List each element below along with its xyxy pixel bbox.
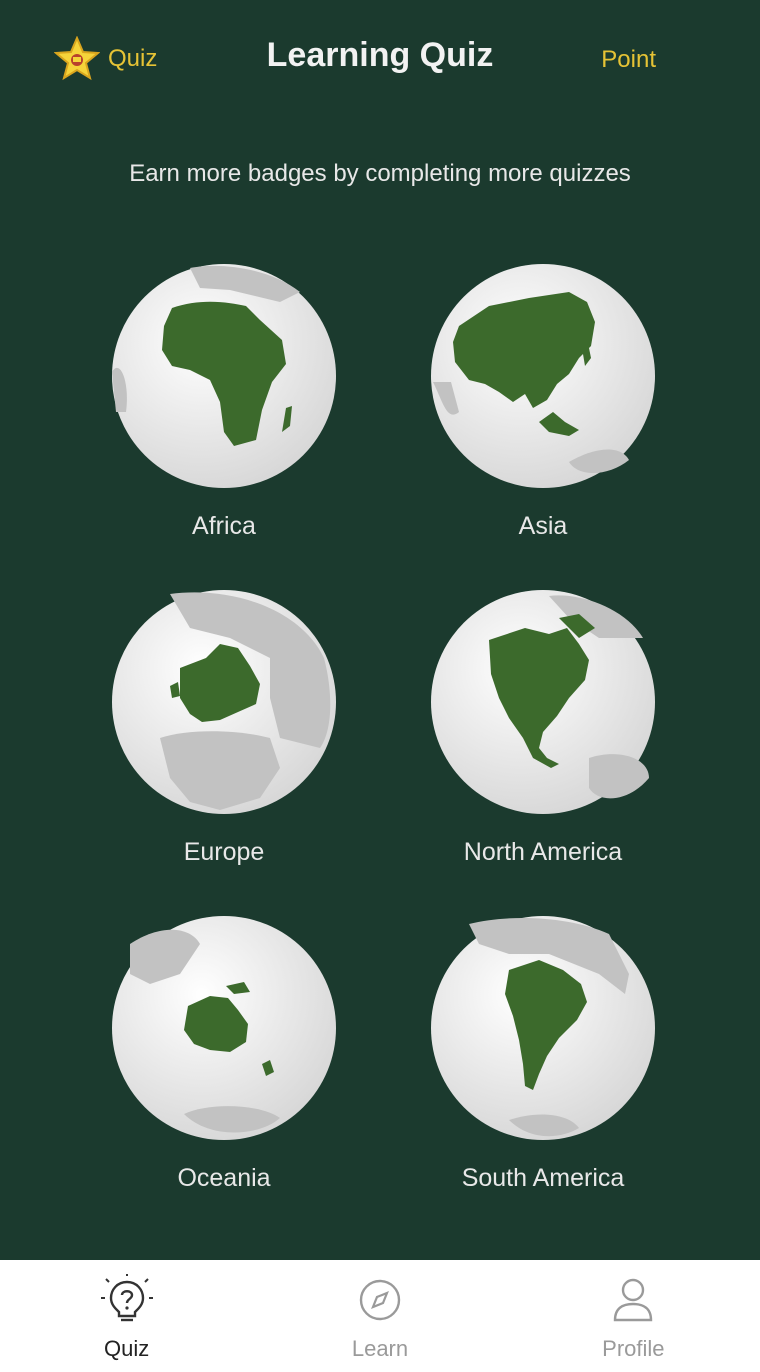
continent-card-north-america[interactable]: North America — [413, 588, 673, 867]
continent-card-oceania[interactable]: Oceania — [94, 914, 354, 1193]
nav-label: Profile — [602, 1336, 665, 1361]
user-icon — [614, 1278, 653, 1322]
app-header: Quiz Learning Quiz Point — [0, 0, 760, 120]
subtitle-text: Earn more badges by completing more quiz… — [129, 160, 631, 187]
nav-item-quiz[interactable]: Quiz — [0, 1260, 253, 1372]
globe-oceania-icon — [112, 916, 336, 1140]
lightbulb-question-icon — [100, 1274, 153, 1322]
nav-label: Quiz — [104, 1336, 150, 1361]
globe-south-america-icon — [431, 916, 655, 1140]
nav-item-learn[interactable]: Learn — [253, 1260, 506, 1372]
continent-card-south-america[interactable]: South America — [413, 914, 673, 1193]
star-badge-icon — [54, 36, 100, 81]
globe-africa-icon — [112, 264, 336, 488]
quiz-badge-label: Quiz — [108, 45, 158, 72]
continent-label: North America — [463, 838, 623, 866]
continent-card-asia[interactable]: Asia — [413, 262, 673, 541]
continent-label: Europe — [183, 838, 265, 866]
continent-label: Oceania — [177, 1164, 271, 1192]
continent-label: Asia — [518, 512, 568, 540]
quiz-badge-button[interactable]: Quiz — [54, 36, 157, 82]
globe-north-america-icon — [431, 590, 655, 814]
point-button[interactable]: Point — [601, 46, 656, 74]
compass-icon — [359, 1279, 401, 1321]
nav-label: Learn — [351, 1336, 409, 1361]
continent-card-africa[interactable]: Africa — [94, 262, 354, 541]
continent-label: South America — [461, 1164, 625, 1192]
globe-europe-icon — [112, 590, 336, 814]
globe-asia-icon — [431, 264, 655, 488]
bottom-navigation: Quiz Learn Profile — [0, 1260, 760, 1372]
continent-card-europe[interactable]: Europe — [94, 588, 354, 867]
continent-label: Africa — [192, 512, 256, 540]
nav-item-profile[interactable]: Profile — [507, 1260, 760, 1372]
